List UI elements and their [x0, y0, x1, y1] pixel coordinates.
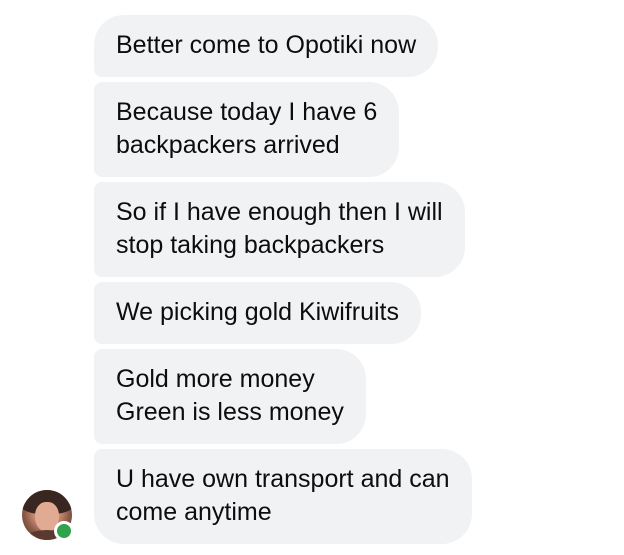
- message-bubble[interactable]: We picking gold Kiwifruits: [94, 282, 421, 344]
- message-bubble[interactable]: Better come to Opotiki now: [94, 15, 439, 77]
- message-bubble[interactable]: Because today I have 6 backpackers arriv…: [94, 82, 400, 177]
- message-bubble[interactable]: Gold more money Green is less money: [94, 349, 366, 444]
- message-thread: Better come to Opotiki now Because today…: [94, 15, 614, 549]
- online-status-dot-icon: [54, 521, 74, 541]
- message-bubble[interactable]: So if I have enough then I will stop tak…: [94, 182, 465, 277]
- sender-avatar[interactable]: [22, 490, 74, 541]
- message-bubble[interactable]: U have own transport and can come anytim…: [94, 449, 472, 544]
